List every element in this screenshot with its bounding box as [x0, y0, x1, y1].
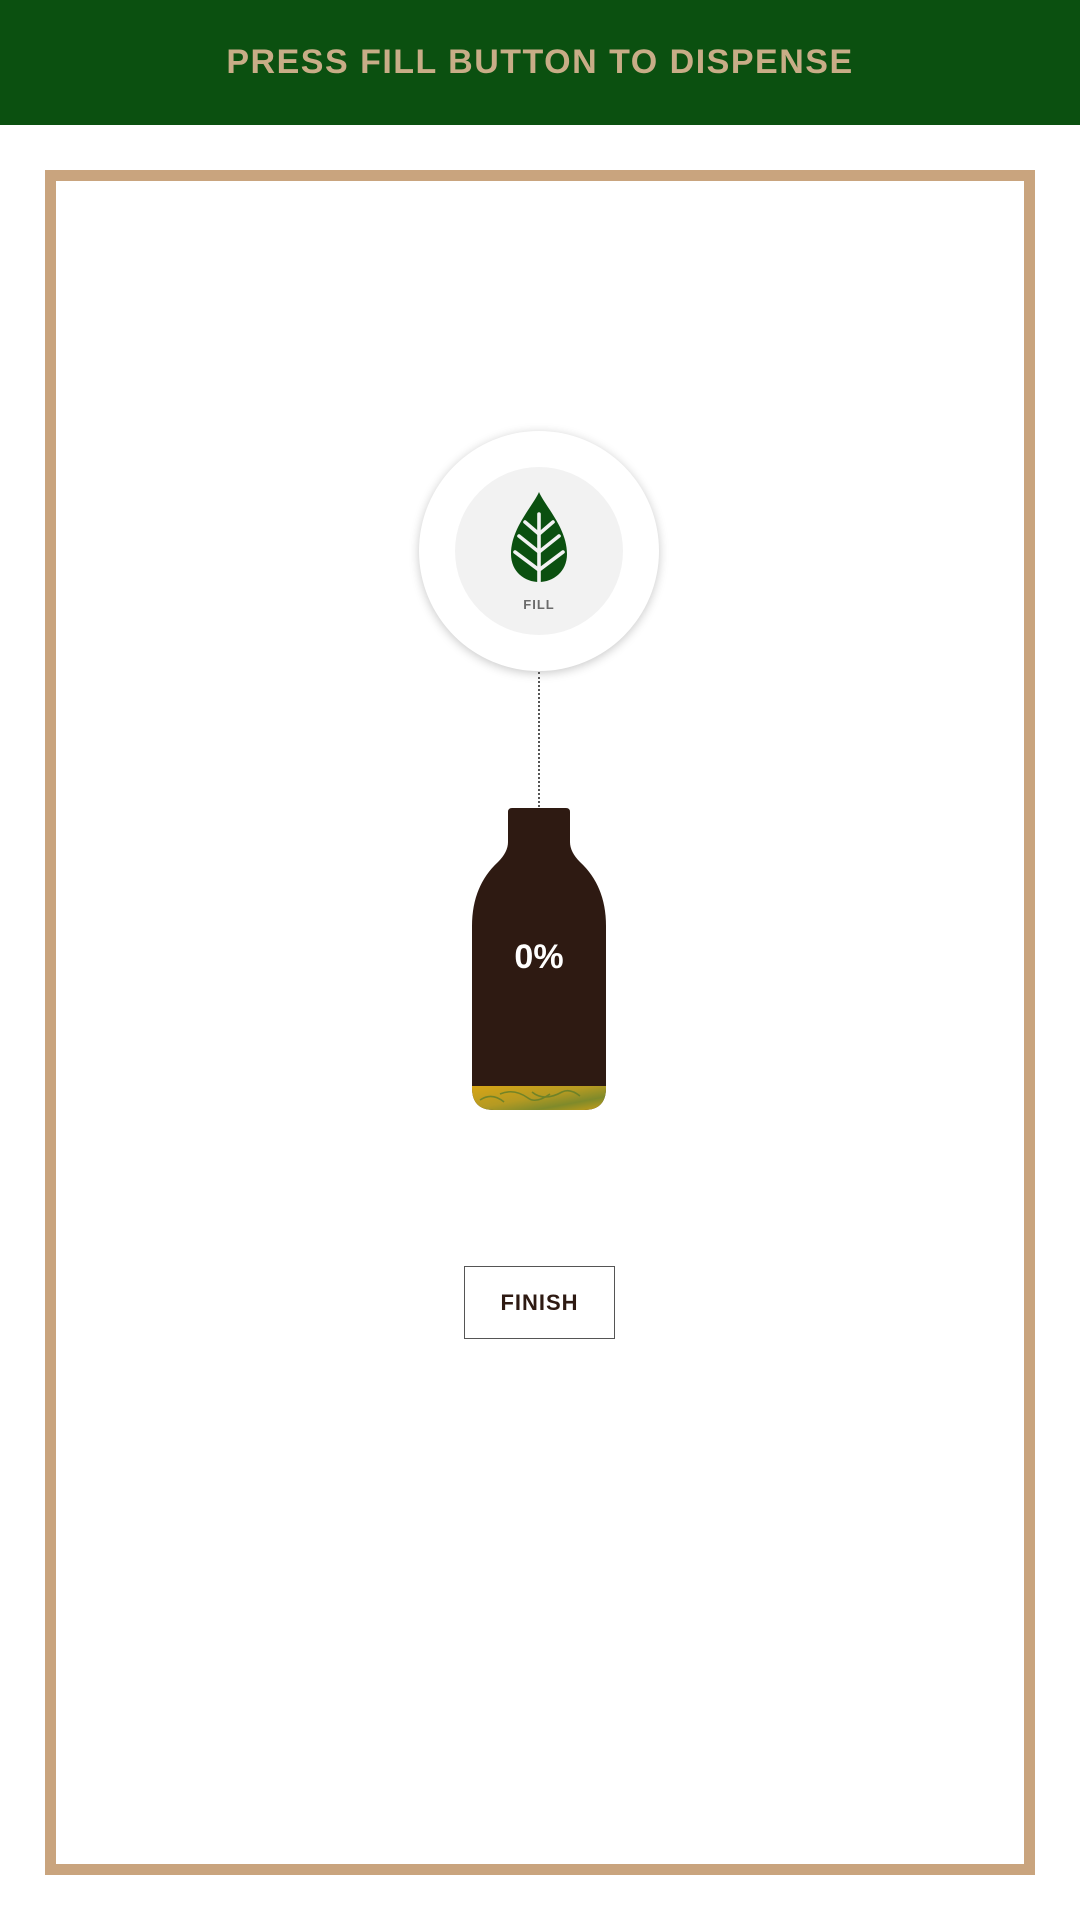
fill-button-inner[interactable]: FILL [455, 467, 623, 635]
page-title: PRESS FILL BUTTON TO DISPENSE [226, 43, 854, 81]
fill-button[interactable]: FILL [419, 431, 659, 671]
finish-button[interactable]: FINISH [464, 1266, 615, 1339]
fill-label: FILL [523, 597, 555, 612]
header-bar: PRESS FILL BUTTON TO DISPENSE [0, 0, 1080, 125]
dotted-connector [538, 672, 540, 807]
leaf-icon [511, 492, 567, 582]
fill-percentage: 0% [514, 938, 564, 976]
